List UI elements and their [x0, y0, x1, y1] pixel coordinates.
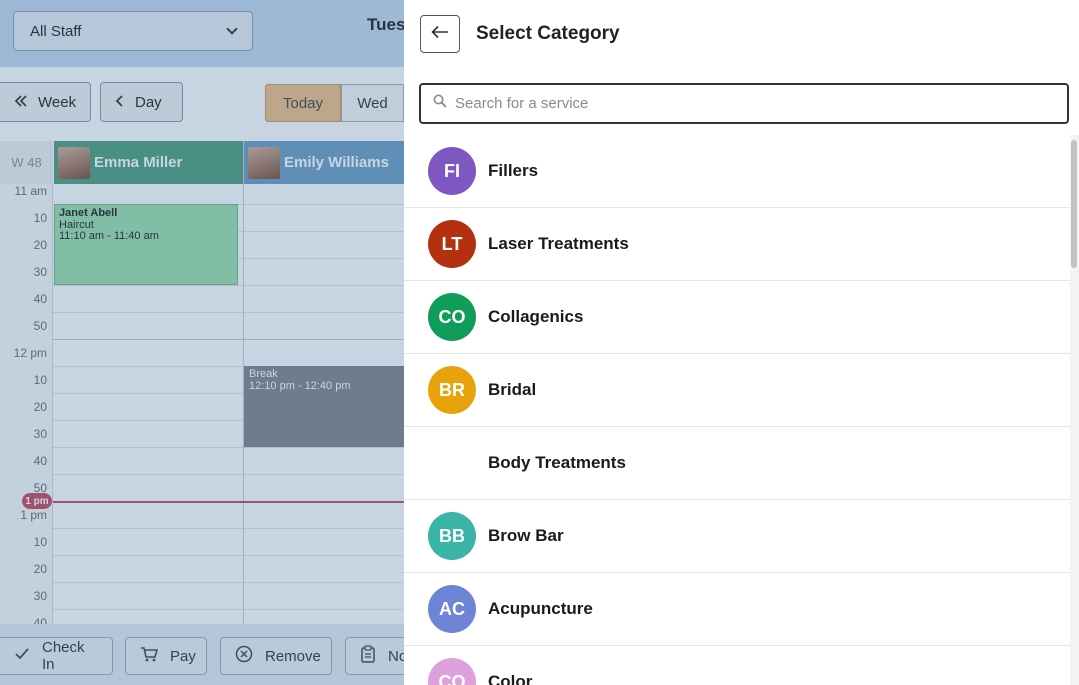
category-item-fillers[interactable]: FI Fillers	[404, 135, 1070, 208]
category-avatar: AC	[428, 585, 476, 633]
category-list: FI Fillers LT Laser Treatments CO Collag…	[404, 135, 1070, 685]
category-name: Collagenics	[488, 307, 584, 326]
category-item-color[interactable]: CO Color	[404, 646, 1070, 685]
category-item-brow-bar[interactable]: BB Brow Bar	[404, 500, 1070, 573]
category-item-body-treatments[interactable]: Body Treatments	[404, 427, 1070, 500]
select-category-panel: Select Category FI Fillers LT Laser Trea…	[404, 0, 1079, 685]
search-input[interactable]	[455, 95, 1045, 112]
category-item-bridal[interactable]: BR Bridal	[404, 354, 1070, 427]
search-icon	[433, 94, 447, 113]
category-name: Body Treatments	[488, 453, 626, 472]
category-item-acupuncture[interactable]: AC Acupuncture	[404, 573, 1070, 646]
category-avatar: CO	[428, 293, 476, 341]
category-avatar: FI	[428, 147, 476, 195]
category-avatar: BB	[428, 512, 476, 560]
category-name: Fillers	[488, 161, 539, 180]
panel-title: Select Category	[476, 23, 620, 44]
category-item-collagenics[interactable]: CO Collagenics	[404, 281, 1070, 354]
category-avatar	[428, 439, 476, 487]
category-name: Laser Treatments	[488, 234, 629, 253]
category-name: Color	[488, 672, 533, 685]
category-item-laser-treatments[interactable]: LT Laser Treatments	[404, 208, 1070, 281]
category-avatar: LT	[428, 220, 476, 268]
calendar-background: All Staff Tues Week Day Today Wed W 48 E…	[0, 0, 404, 685]
category-name: Brow Bar	[488, 526, 564, 545]
category-list-scrollbar[interactable]	[1070, 135, 1079, 685]
category-name: Bridal	[488, 380, 537, 399]
category-name: Acupuncture	[488, 599, 593, 618]
arrow-left-icon	[431, 25, 449, 44]
back-button[interactable]	[420, 15, 460, 53]
modal-backdrop[interactable]	[0, 0, 404, 685]
scrollbar-thumb[interactable]	[1071, 140, 1077, 268]
service-search-field[interactable]	[419, 83, 1069, 124]
category-avatar: CO	[428, 658, 476, 685]
category-avatar: BR	[428, 366, 476, 414]
